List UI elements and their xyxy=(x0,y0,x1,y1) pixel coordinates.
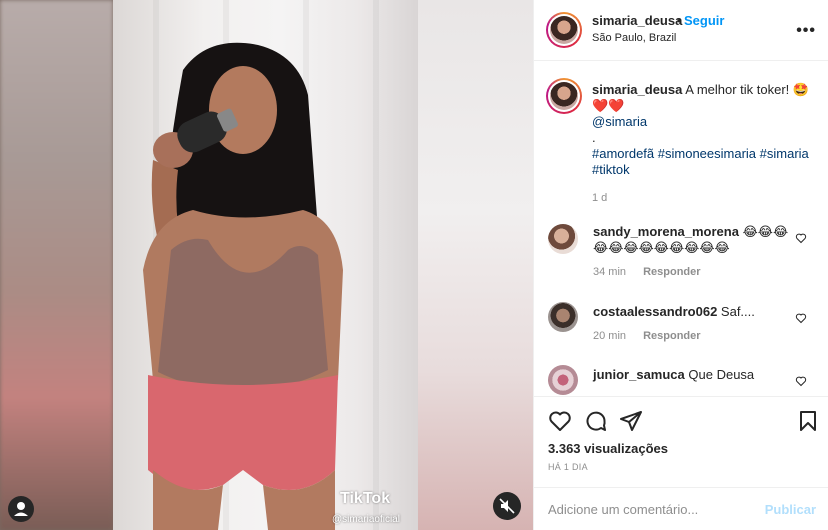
comment-body: junior_samuca Que Deusa xyxy=(593,367,793,383)
comments-list[interactable]: simaria_deusa A melhor tik toker! 🤩 ❤️❤️… xyxy=(534,62,828,395)
publish-button[interactable]: Publicar xyxy=(765,502,816,517)
separator-dot: • xyxy=(677,13,682,28)
comment-username[interactable]: costaalessandro062 xyxy=(593,304,717,319)
share-paper-plane-icon[interactable] xyxy=(619,409,643,433)
video-person-figure xyxy=(143,42,343,530)
user-icon xyxy=(14,502,28,516)
post-header: simaria_deusa • Seguir São Paulo, Brazil… xyxy=(534,0,828,61)
post-location[interactable]: São Paulo, Brazil xyxy=(592,32,676,44)
caption-dot: . xyxy=(592,130,596,145)
author-avatar[interactable] xyxy=(546,12,582,48)
caption-mention[interactable]: @simaria xyxy=(592,114,647,129)
post-media[interactable]: TikTok @simariaoficial xyxy=(0,0,533,530)
comment-text: Que Deusa xyxy=(688,367,755,382)
video-frame[interactable] xyxy=(113,0,418,530)
caption-time[interactable]: 1 d xyxy=(592,190,817,206)
author-username[interactable]: simaria_deusa xyxy=(592,13,682,28)
comment-username[interactable]: sandy_morena_morena xyxy=(593,224,739,239)
tiktok-watermark: TikTok xyxy=(340,490,391,507)
like-heart-icon[interactable] xyxy=(548,409,572,433)
caption-hearts: ❤️❤️ xyxy=(592,98,625,113)
like-comment-heart-icon[interactable] xyxy=(795,312,807,324)
commenter-avatar[interactable] xyxy=(548,224,578,254)
caption-hashtags[interactable]: #amordefã #simoneesimaria #simaria #tikt… xyxy=(592,146,809,177)
view-count[interactable]: 3.363 visualizações xyxy=(548,441,668,456)
mute-button[interactable] xyxy=(493,492,521,520)
caption-text: A melhor tik toker! 🤩 xyxy=(685,82,810,97)
comment-input[interactable]: Adicione um comentário... xyxy=(548,502,698,517)
caption-username[interactable]: simaria_deusa xyxy=(592,82,682,97)
comment-bubble-icon[interactable] xyxy=(584,409,608,433)
like-comment-heart-icon[interactable] xyxy=(795,232,807,244)
comment-body: costaalessandro062 Saf.... 20 min Respon… xyxy=(593,304,793,344)
post-age[interactable]: HÁ 1 DIA xyxy=(548,462,588,472)
reply-button[interactable]: Responder xyxy=(643,330,700,342)
blurred-backdrop-left xyxy=(0,0,113,530)
save-bookmark-icon[interactable] xyxy=(796,409,820,433)
comment-time[interactable]: 20 min xyxy=(593,330,626,342)
comment-text: Saf.... xyxy=(720,304,755,319)
like-comment-heart-icon[interactable] xyxy=(795,375,807,387)
tagged-users-button[interactable] xyxy=(8,496,34,522)
comment-time[interactable]: 34 min xyxy=(593,266,626,278)
speaker-muted-icon xyxy=(499,498,515,514)
comment-body: sandy_morena_morena 😂😂😂😂😂😂😂😂😂😂😂😂 34 min … xyxy=(593,224,793,280)
post-caption: simaria_deusa A melhor tik toker! 🤩 ❤️❤️… xyxy=(592,82,817,206)
reply-button[interactable]: Responder xyxy=(643,266,700,278)
comment-composer: Adicione um comentário... Publicar xyxy=(534,487,828,530)
follow-button[interactable]: Seguir xyxy=(684,13,724,28)
commenter-avatar[interactable] xyxy=(548,365,578,395)
commenter-avatar[interactable] xyxy=(548,302,578,332)
comment-username[interactable]: junior_samuca xyxy=(593,367,685,382)
post-sidebar: simaria_deusa • Seguir São Paulo, Brazil… xyxy=(533,0,828,530)
tiktok-handle: @simariaoficial xyxy=(332,514,400,525)
more-options-icon[interactable]: ••• xyxy=(796,22,816,40)
blurred-backdrop-right xyxy=(418,0,533,530)
caption-author-avatar[interactable] xyxy=(546,78,582,114)
post-actions: 3.363 visualizações HÁ 1 DIA xyxy=(534,396,828,486)
